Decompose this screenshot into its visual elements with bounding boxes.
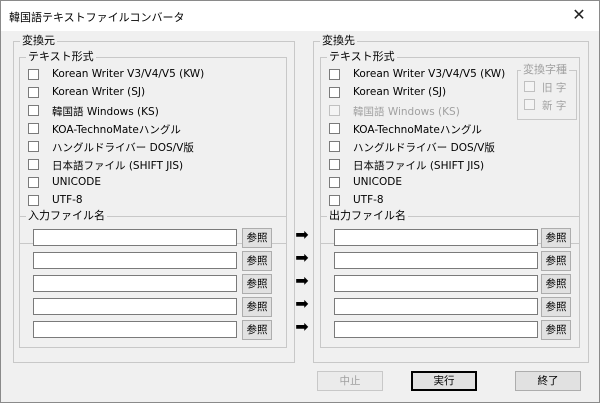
checkbox[interactable] bbox=[329, 195, 340, 206]
arrow-right-icon: ➡ bbox=[295, 294, 309, 313]
dest-panel-title: 変換先 bbox=[320, 34, 357, 48]
checkbox[interactable] bbox=[329, 123, 340, 134]
dest-format-label: UTF-8 bbox=[353, 194, 384, 206]
dest-format-label: Korean Writer (SJ) bbox=[353, 86, 447, 98]
checkbox[interactable] bbox=[28, 195, 39, 206]
dest-panel: 変換先 テキスト形式 Korean Writer V3/V4/V5 (KW) K… bbox=[313, 34, 589, 363]
arrow-right-icon: ➡ bbox=[295, 317, 309, 336]
checkbox bbox=[524, 99, 535, 110]
dest-format-label: KOA-TechnoMateハングル bbox=[353, 124, 482, 136]
source-format-label: ハングルドライバー DOS/V版 bbox=[52, 142, 194, 154]
checkbox[interactable] bbox=[329, 141, 340, 152]
input-file-field[interactable] bbox=[33, 298, 237, 315]
checkbox[interactable] bbox=[28, 177, 39, 188]
output-browse-button[interactable]: 参照 bbox=[541, 274, 571, 294]
dest-format-group-title: テキスト形式 bbox=[327, 50, 397, 64]
input-file-field[interactable] bbox=[33, 252, 237, 269]
output-file-field[interactable] bbox=[334, 229, 538, 246]
checkbox[interactable] bbox=[329, 69, 340, 80]
output-browse-button[interactable]: 参照 bbox=[541, 320, 571, 340]
arrow-right-icon: ➡ bbox=[295, 271, 309, 290]
output-browse-button[interactable]: 参照 bbox=[541, 297, 571, 317]
input-browse-button[interactable]: 参照 bbox=[242, 251, 272, 271]
input-browse-button[interactable]: 参照 bbox=[242, 297, 272, 317]
output-file-field[interactable] bbox=[334, 321, 538, 338]
arrow-right-icon: ➡ bbox=[295, 225, 309, 244]
char-type-group: 変換字種 旧 字 新 字 bbox=[517, 63, 577, 120]
close-icon[interactable]: ✕ bbox=[559, 1, 599, 31]
output-files-group: 出力ファイル名 参照 参照 参照 参照 参照 bbox=[320, 209, 580, 348]
source-format-label: KOA-TechnoMateハングル bbox=[52, 124, 181, 136]
checkbox bbox=[329, 105, 340, 116]
dest-format-label: UNICODE bbox=[353, 176, 402, 188]
checkbox[interactable] bbox=[28, 141, 39, 152]
dest-format-label: Korean Writer V3/V4/V5 (KW) bbox=[353, 68, 506, 80]
input-browse-button[interactable]: 参照 bbox=[242, 274, 272, 294]
source-format-label: Korean Writer V3/V4/V5 (KW) bbox=[52, 68, 205, 80]
source-format-label: UTF-8 bbox=[52, 194, 83, 206]
output-files-group-title: 出力ファイル名 bbox=[327, 209, 408, 223]
dest-format-label: 韓国語 Windows (KS) bbox=[353, 106, 460, 118]
source-format-label: UNICODE bbox=[52, 176, 101, 188]
input-files-group: 入力ファイル名 参照 参照 参照 参照 参照 bbox=[19, 209, 287, 348]
window-title: 韓国語テキストファイルコンバータ bbox=[9, 11, 185, 24]
checkbox[interactable] bbox=[28, 69, 39, 80]
char-type-group-title: 変換字種 bbox=[521, 63, 569, 77]
input-files-group-title: 入力ファイル名 bbox=[26, 209, 107, 223]
dest-format-label: ハングルドライバー DOS/V版 bbox=[353, 142, 495, 154]
input-file-field[interactable] bbox=[33, 275, 237, 292]
source-format-label: Korean Writer (SJ) bbox=[52, 86, 146, 98]
char-option-label: 新 字 bbox=[542, 100, 567, 112]
source-format-label: 日本語ファイル (SHIFT JIS) bbox=[52, 160, 184, 172]
input-file-field[interactable] bbox=[33, 229, 237, 246]
input-browse-button[interactable]: 参照 bbox=[242, 228, 272, 248]
checkbox[interactable] bbox=[28, 159, 39, 170]
output-browse-button[interactable]: 参照 bbox=[541, 228, 571, 248]
output-file-field[interactable] bbox=[334, 298, 538, 315]
converter-window: 韓国語テキストファイルコンバータ ✕ 変換元 テキスト形式 Korean Wri… bbox=[0, 0, 600, 403]
dest-format-label: 日本語ファイル (SHIFT JIS) bbox=[353, 160, 485, 172]
checkbox[interactable] bbox=[28, 87, 39, 98]
checkbox[interactable] bbox=[329, 177, 340, 188]
source-panel-title: 変換元 bbox=[20, 34, 57, 48]
checkbox bbox=[524, 81, 535, 92]
source-panel: 変換元 テキスト形式 Korean Writer V3/V4/V5 (KW) K… bbox=[13, 34, 295, 363]
arrow-right-icon: ➡ bbox=[295, 248, 309, 267]
output-browse-button[interactable]: 参照 bbox=[541, 251, 571, 271]
output-file-field[interactable] bbox=[334, 275, 538, 292]
exit-button[interactable]: 終了 bbox=[515, 371, 581, 391]
checkbox[interactable] bbox=[28, 105, 39, 116]
input-file-field[interactable] bbox=[33, 321, 237, 338]
source-format-group-title: テキスト形式 bbox=[26, 50, 96, 64]
title-bar: 韓国語テキストファイルコンバータ ✕ bbox=[1, 1, 599, 31]
checkbox[interactable] bbox=[28, 123, 39, 134]
output-file-field[interactable] bbox=[334, 252, 538, 269]
input-browse-button[interactable]: 参照 bbox=[242, 320, 272, 340]
run-button[interactable]: 実行 bbox=[411, 371, 477, 391]
char-option-label: 旧 字 bbox=[542, 82, 567, 94]
checkbox[interactable] bbox=[329, 87, 340, 98]
source-format-label: 韓国語 Windows (KS) bbox=[52, 106, 159, 118]
checkbox[interactable] bbox=[329, 159, 340, 170]
stop-button: 中止 bbox=[317, 371, 383, 391]
